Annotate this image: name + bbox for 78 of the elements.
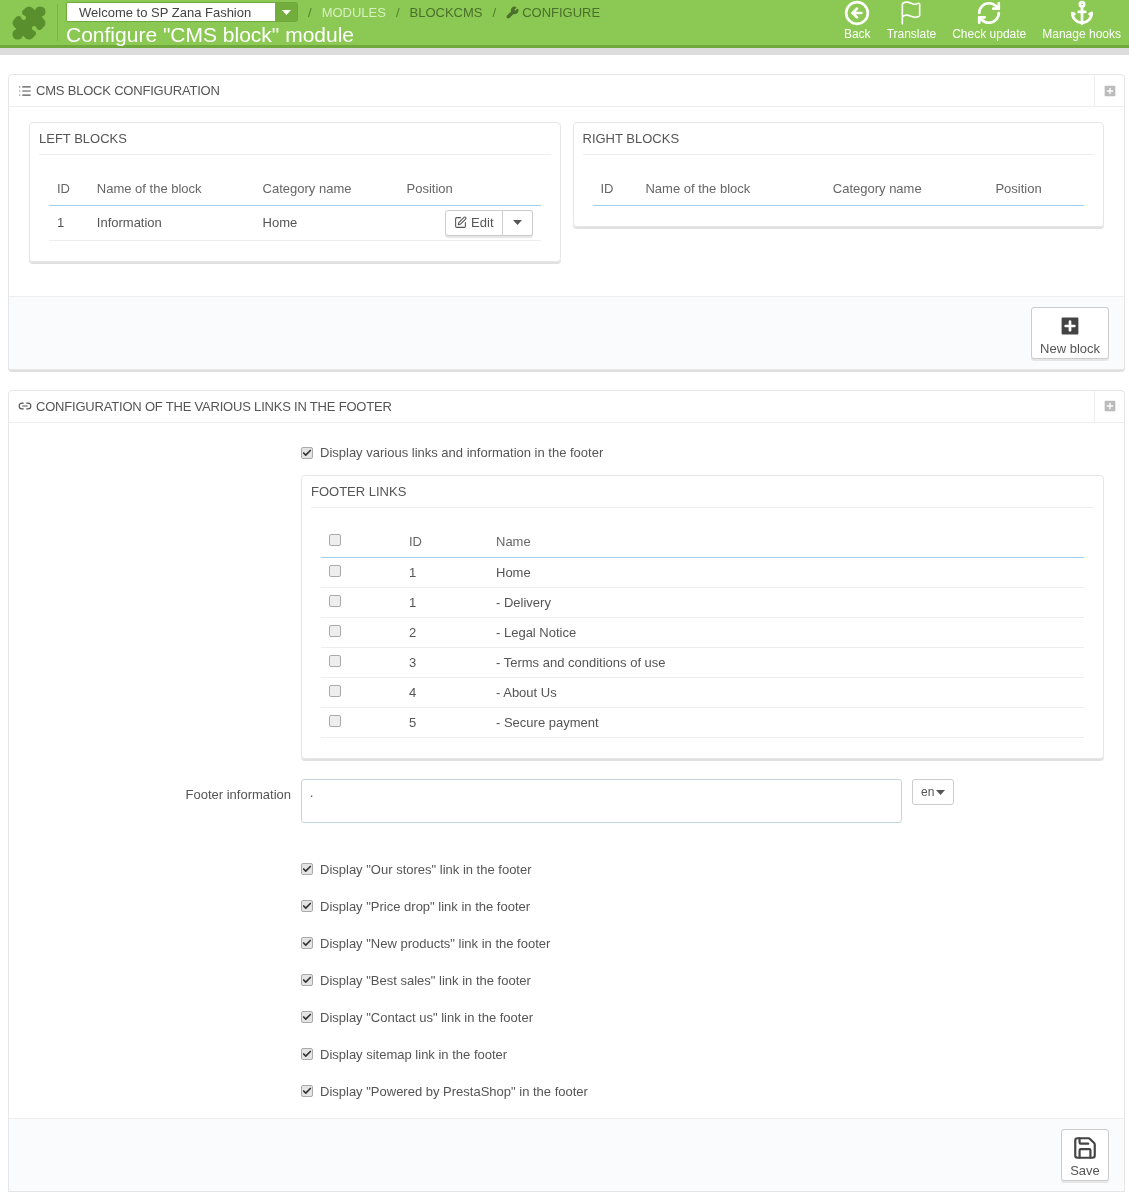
table-cell: 3 <box>401 647 488 678</box>
breadcrumb-separator: / <box>308 4 312 20</box>
list-icon <box>18 83 32 98</box>
table-cell: Information <box>88 205 255 240</box>
column-header: ID <box>401 525 488 558</box>
field-label: Footer information <box>184 786 291 802</box>
checkbox[interactable] <box>329 533 341 546</box>
table-cell: Home <box>488 557 1084 588</box>
breadcrumb-item: BLOCKCMS <box>409 4 483 20</box>
table-cell: 1 <box>401 557 488 588</box>
checkbox-label: Display "Powered by PrestaShop" in the footer <box>320 1083 588 1099</box>
table-cell: - Secure payment <box>488 707 1084 738</box>
language-button[interactable]: en <box>912 779 955 805</box>
dropdown-button[interactable] <box>502 209 533 236</box>
checkbox[interactable] <box>301 937 313 949</box>
table-cell: 5 <box>401 707 488 738</box>
breadcrumb-item: CONFIGURE <box>506 4 601 20</box>
table-cell: - Terms and conditions of use <box>488 647 1084 678</box>
edit-icon <box>454 216 468 229</box>
checkbox[interactable] <box>301 900 313 912</box>
checkbox-label: Display "New products" link in the footer <box>320 935 551 951</box>
save-button[interactable]: Save <box>1061 1129 1109 1181</box>
table-cell: 1 <box>401 587 488 618</box>
checkbox[interactable] <box>301 974 313 986</box>
table-cell: - Delivery <box>488 587 1084 618</box>
checkbox[interactable] <box>329 565 341 577</box>
table-cell: Home <box>254 205 399 240</box>
panel-title: CMS BLOCK CONFIGURATION <box>18 83 1094 98</box>
table-cell: - Legal Notice <box>488 617 1084 648</box>
column-header: ID <box>49 173 89 205</box>
edit-button[interactable]: Edit <box>445 209 503 236</box>
breadcrumb-separator: / <box>395 4 400 20</box>
checkbox-label: Display "Price drop" link in the footer <box>320 898 531 914</box>
caret-icon <box>512 220 522 225</box>
checkbox[interactable] <box>301 446 313 459</box>
checkbox[interactable] <box>329 685 341 697</box>
column-header: Name of the block <box>88 173 255 205</box>
panel-title: CONFIGURATION OF THE VARIOUS LINKS IN THE FOOTER <box>18 398 1094 414</box>
refresh-icon <box>976 0 1003 26</box>
page-title: Configure "CMS block" module <box>66 23 356 47</box>
table-cell: 2 <box>401 617 488 648</box>
table-cell: - About Us <box>488 677 1084 708</box>
breadcrumb-separator: / <box>492 4 497 20</box>
checkbox[interactable] <box>301 1011 313 1023</box>
column-header: Name <box>488 525 1084 558</box>
checkbox-label: Display sitemap link in the footer <box>320 1046 508 1062</box>
puzzle-icon <box>10 4 47 41</box>
checkbox[interactable] <box>301 1085 313 1097</box>
wrench-icon <box>506 5 520 19</box>
anchor-icon <box>1068 0 1095 26</box>
column-header: Category name <box>254 173 399 205</box>
checkbox[interactable] <box>301 1048 313 1060</box>
checkbox[interactable] <box>329 715 341 727</box>
footer-information-field[interactable]: . <box>301 779 902 823</box>
save-icon <box>1072 1135 1098 1161</box>
column-header: Name of the block <box>637 173 825 205</box>
shop-select[interactable]: Welcome to SP Zana Fashion <box>66 2 298 22</box>
column-header: Position <box>398 173 541 205</box>
checkbox-label: Display various links and information in the footer <box>320 445 604 460</box>
checkbox-label: Display "Our stores" link in the footer <box>320 861 532 877</box>
table-cell: 1 <box>49 205 89 240</box>
link-icon <box>18 399 32 413</box>
caret-icon <box>936 789 946 795</box>
checkbox[interactable] <box>329 655 341 667</box>
checkbox[interactable] <box>329 595 341 607</box>
new-block-button[interactable]: New block <box>1031 306 1109 359</box>
column-header: ID <box>592 173 638 205</box>
checkbox[interactable] <box>329 625 341 637</box>
table-cell: 4 <box>401 677 488 708</box>
checkbox-label: Display "Best sales" link in the footer <box>320 972 531 988</box>
column-header: Position <box>987 173 1084 205</box>
panel-title: LEFT BLOCKS <box>39 131 127 146</box>
panel-title: FOOTER LINKS <box>311 483 407 499</box>
checkbox-label: Display "Contact us" link in the footer <box>320 1009 533 1025</box>
checkbox[interactable] <box>301 863 313 875</box>
column-header: Category name <box>824 173 988 205</box>
panel-title: RIGHT BLOCKS <box>582 131 680 146</box>
caret-icon <box>281 9 291 15</box>
